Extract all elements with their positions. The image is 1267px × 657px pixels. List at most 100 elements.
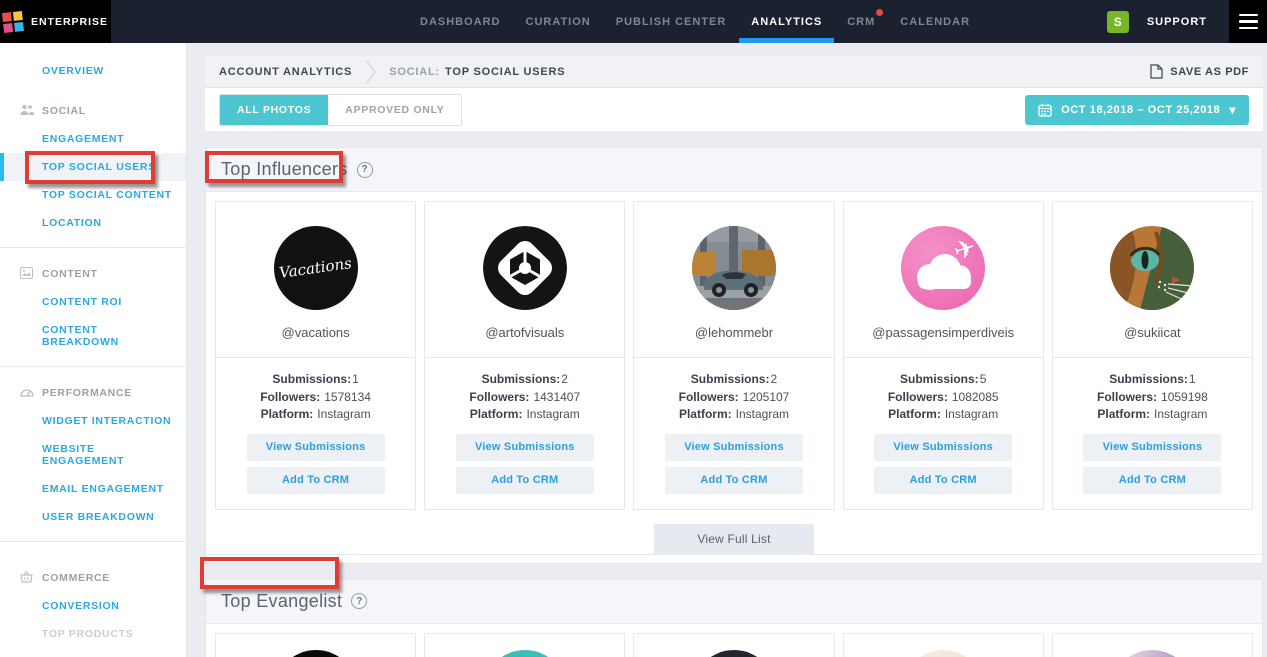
nav-right-group: S SUPPORT bbox=[1107, 0, 1267, 43]
gauge-icon bbox=[20, 386, 34, 398]
image-file-icon bbox=[20, 267, 33, 279]
avatar-logo-text: Vacations bbox=[278, 254, 353, 282]
support-link[interactable]: SUPPORT bbox=[1147, 16, 1207, 28]
stat-followers: Followers:1431407 bbox=[435, 389, 614, 407]
save-as-pdf-button[interactable]: SAVE AS PDF bbox=[1150, 64, 1249, 79]
date-range-picker[interactable]: OCT 18,2018 – OCT 25,2018 ▾ bbox=[1025, 95, 1249, 125]
sidebar-item-engagement[interactable]: ENGAGEMENT bbox=[0, 125, 186, 153]
avatar-evangelist-5 bbox=[1110, 650, 1194, 657]
avatar-evangelist-3 bbox=[692, 650, 776, 657]
nav-crm[interactable]: CRM bbox=[847, 0, 875, 43]
stat-submissions: Submissions:2 bbox=[435, 371, 614, 389]
nav-calendar[interactable]: CALENDAR bbox=[900, 0, 970, 43]
tab-approved-only[interactable]: APPROVED ONLY bbox=[328, 95, 461, 125]
add-to-crm-button[interactable]: Add To CRM bbox=[1083, 467, 1221, 494]
nav-crm-label: CRM bbox=[847, 16, 875, 28]
sidebar-item-email-engagement[interactable]: EMAIL ENGAGEMENT bbox=[0, 475, 186, 503]
sidebar-item-overview[interactable]: OVERVIEW bbox=[0, 57, 186, 85]
evangelist-card bbox=[424, 633, 625, 657]
view-submissions-button[interactable]: View Submissions bbox=[1083, 434, 1221, 461]
evangelist-card bbox=[843, 633, 1044, 657]
sidebar-divider bbox=[0, 247, 186, 248]
sidebar-item-widget-interaction[interactable]: WIDGET INTERACTION bbox=[0, 407, 186, 435]
avatar-evangelist-4 bbox=[901, 650, 985, 657]
influencer-card: ✈ @passagensimperdiveis Submissions:5 Fo… bbox=[843, 201, 1044, 510]
page: ENTERPRISE DASHBOARD CURATION PUBLISH CE… bbox=[0, 0, 1267, 657]
top-evangelist-panel: Top Evangelist ? bbox=[205, 579, 1263, 657]
tab-all-photos[interactable]: ALL PHOTOS bbox=[220, 95, 328, 125]
sidebar: OVERVIEW SOCIAL ENGAGEMENT TOP SOCIAL US… bbox=[0, 43, 187, 657]
help-icon[interactable]: ? bbox=[351, 593, 367, 609]
primary-nav: DASHBOARD CURATION PUBLISH CENTER ANALYT… bbox=[420, 0, 970, 43]
stat-followers: Followers:1205107 bbox=[644, 389, 823, 407]
sidebar-item-top-social-content[interactable]: TOP SOCIAL CONTENT bbox=[0, 181, 186, 209]
add-to-crm-button[interactable]: Add To CRM bbox=[247, 467, 385, 494]
breadcrumb-account-analytics[interactable]: ACCOUNT ANALYTICS bbox=[219, 66, 352, 78]
avatar-sukiicat bbox=[1110, 226, 1194, 310]
filter-bar: ALL PHOTOS APPROVED ONLY OCT 18,2018 – O… bbox=[205, 88, 1263, 132]
sidebar-section-performance: PERFORMANCE bbox=[0, 379, 186, 407]
evangelist-cards bbox=[206, 624, 1262, 657]
basket-icon bbox=[20, 571, 33, 583]
top-evangelist-title: Top Evangelist bbox=[221, 591, 342, 612]
username: @vacations bbox=[226, 325, 405, 340]
stat-platform: Platform:Instagram bbox=[1063, 406, 1242, 424]
influencers-footer: View Full List bbox=[206, 524, 1262, 555]
nav-curation[interactable]: CURATION bbox=[526, 0, 591, 43]
top-navbar: ENTERPRISE DASHBOARD CURATION PUBLISH CE… bbox=[0, 0, 1267, 43]
pdf-file-icon bbox=[1150, 64, 1163, 79]
sidebar-section-label: PERFORMANCE bbox=[42, 387, 132, 399]
enterprise-logo-icon bbox=[2, 11, 24, 33]
add-to-crm-button[interactable]: Add To CRM bbox=[456, 467, 594, 494]
nav-publish-center[interactable]: PUBLISH CENTER bbox=[616, 0, 727, 43]
avatar-evangelist-2 bbox=[483, 650, 567, 657]
avatar-vacations: Vacations bbox=[274, 226, 358, 310]
view-submissions-button[interactable]: View Submissions bbox=[247, 434, 385, 461]
sidebar-item-top-products: TOP PRODUCTS bbox=[0, 620, 186, 648]
avatar-evangelist-1 bbox=[274, 650, 358, 657]
stat-submissions: Submissions:1 bbox=[1063, 371, 1242, 389]
top-evangelist-header: Top Evangelist ? bbox=[206, 580, 1262, 624]
influencer-cards: Vacations @vacations Submissions:1 Follo… bbox=[206, 192, 1262, 510]
sidebar-item-content-breakdown[interactable]: CONTENT BREAKDOWN bbox=[0, 316, 186, 356]
nav-dashboard[interactable]: DASHBOARD bbox=[420, 0, 501, 43]
username: @passagensimperdiveis bbox=[854, 325, 1033, 340]
sidebar-item-conversion[interactable]: CONVERSION bbox=[0, 592, 186, 620]
view-submissions-button[interactable]: View Submissions bbox=[665, 434, 803, 461]
stat-platform: Platform:Instagram bbox=[644, 406, 823, 424]
username: @lehommebr bbox=[644, 325, 823, 340]
view-full-list-button[interactable]: View Full List bbox=[654, 524, 814, 555]
breadcrumb-section-prefix: SOCIAL: bbox=[389, 66, 440, 78]
evangelist-card bbox=[215, 633, 416, 657]
sidebar-divider bbox=[0, 366, 186, 367]
main-content: ACCOUNT ANALYTICS SOCIAL: TOP SOCIAL USE… bbox=[187, 43, 1267, 657]
sidebar-item-top-social-users[interactable]: TOP SOCIAL USERS bbox=[0, 153, 186, 181]
top-influencers-title: Top Influencers bbox=[221, 159, 348, 180]
help-icon[interactable]: ? bbox=[357, 162, 373, 178]
user-avatar-badge[interactable]: S bbox=[1107, 11, 1129, 33]
username: @sukiicat bbox=[1063, 325, 1242, 340]
sidebar-divider bbox=[0, 541, 186, 542]
influencer-card: @sukiicat Submissions:1 Followers:105919… bbox=[1052, 201, 1253, 510]
sidebar-item-user-breakdown[interactable]: USER BREAKDOWN bbox=[0, 503, 186, 531]
username: @artofvisuals bbox=[435, 325, 614, 340]
chevron-down-icon: ▾ bbox=[1229, 104, 1236, 116]
avatar-lehommebr bbox=[692, 226, 776, 310]
nav-analytics[interactable]: ANALYTICS bbox=[751, 0, 822, 43]
breadcrumb-current: TOP SOCIAL USERS bbox=[445, 66, 565, 78]
calendar-icon bbox=[1038, 103, 1052, 117]
sidebar-item-location[interactable]: LOCATION bbox=[0, 209, 186, 237]
sidebar-section-commerce: COMMERCE bbox=[0, 564, 186, 592]
view-submissions-button[interactable]: View Submissions bbox=[874, 434, 1012, 461]
sidebar-item-top-converting-content: TOP CONVERTING CONTENT bbox=[0, 648, 186, 657]
hamburger-menu-icon[interactable] bbox=[1229, 0, 1267, 43]
add-to-crm-button[interactable]: Add To CRM bbox=[874, 467, 1012, 494]
add-to-crm-button[interactable]: Add To CRM bbox=[665, 467, 803, 494]
brand-logo-block[interactable]: ENTERPRISE bbox=[0, 0, 111, 43]
sidebar-item-website-engagement[interactable]: WEBSITE ENGAGEMENT bbox=[0, 435, 186, 475]
sidebar-section-social: SOCIAL bbox=[0, 97, 186, 125]
brand-name: ENTERPRISE bbox=[31, 16, 108, 28]
view-submissions-button[interactable]: View Submissions bbox=[456, 434, 594, 461]
save-as-pdf-label: SAVE AS PDF bbox=[1170, 66, 1249, 78]
sidebar-item-content-roi[interactable]: CONTENT ROI bbox=[0, 288, 186, 316]
